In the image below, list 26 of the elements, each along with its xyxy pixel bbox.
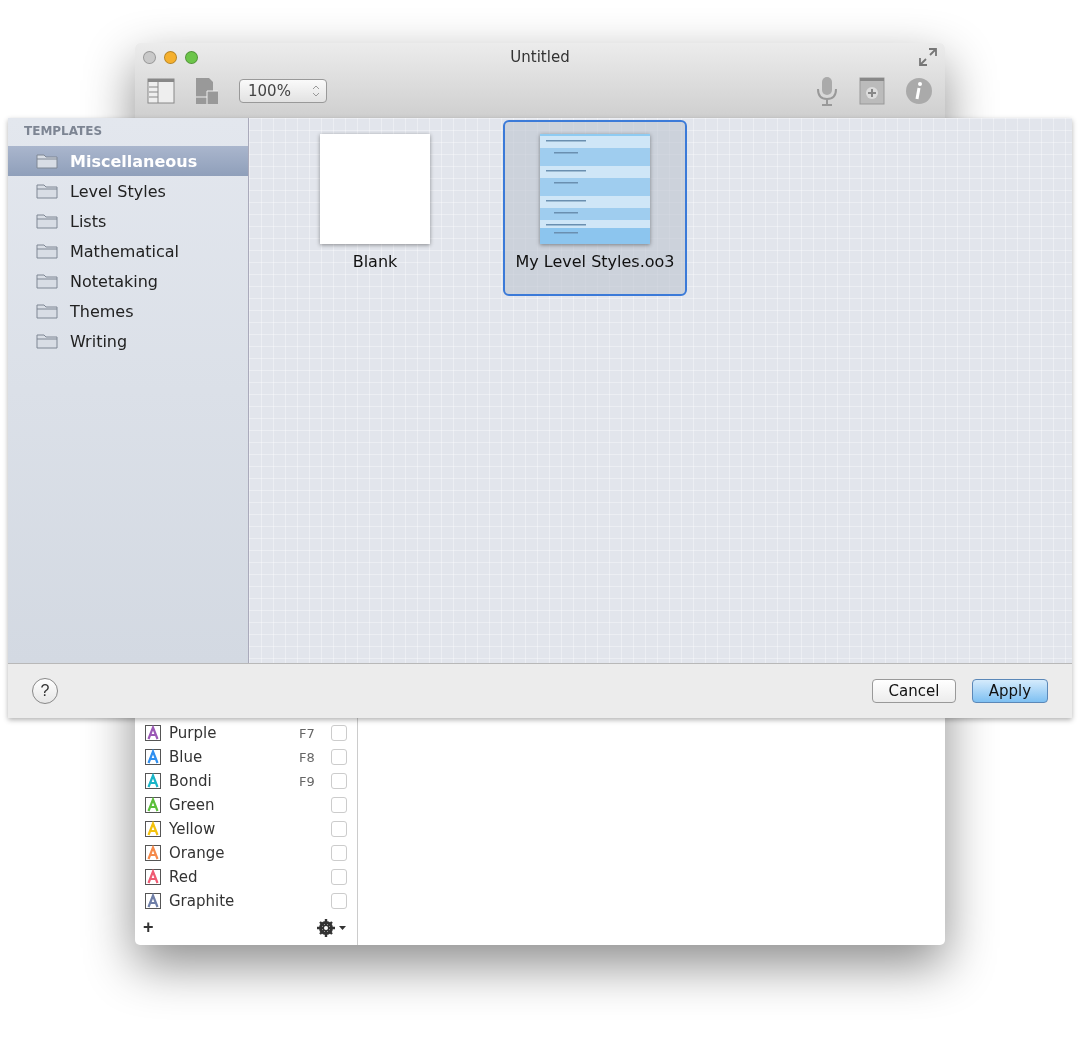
shortcut-key: F8 bbox=[299, 749, 315, 765]
add-button[interactable]: + bbox=[143, 917, 154, 938]
shortcut-key: F9 bbox=[299, 773, 315, 789]
sidebar-item[interactable]: Lists bbox=[8, 206, 248, 236]
sidebar-item[interactable]: Level Styles bbox=[8, 176, 248, 206]
style-name: Blue bbox=[169, 748, 204, 766]
shortcut-key: F7 bbox=[299, 725, 315, 741]
template-item[interactable]: My Level Styles.oo3 bbox=[503, 120, 687, 296]
style-name: Yellow bbox=[169, 820, 217, 838]
style-name: Bondi bbox=[169, 772, 213, 790]
zoom-stepper[interactable]: 100% bbox=[239, 79, 327, 103]
sidebar-item[interactable]: Mathematical bbox=[8, 236, 248, 266]
sidebar-item[interactable]: Notetaking bbox=[8, 266, 248, 296]
style-name: Red bbox=[169, 868, 199, 886]
cancel-button[interactable]: Cancel bbox=[872, 679, 956, 703]
style-name: Green bbox=[169, 796, 216, 814]
style-name: Purple bbox=[169, 724, 218, 742]
style-name: Graphite bbox=[169, 892, 236, 910]
sidebar-item[interactable]: Themes bbox=[8, 296, 248, 326]
sidebar-heading: TEMPLATES bbox=[23, 123, 104, 140]
template-item[interactable]: Blank bbox=[283, 120, 467, 296]
style-name: Orange bbox=[169, 844, 226, 862]
window-title: Untitled bbox=[510, 48, 570, 66]
help-button[interactable]: ? bbox=[32, 678, 58, 704]
sidebar-item[interactable]: Writing bbox=[8, 326, 248, 356]
apply-button[interactable]: Apply bbox=[972, 679, 1048, 703]
